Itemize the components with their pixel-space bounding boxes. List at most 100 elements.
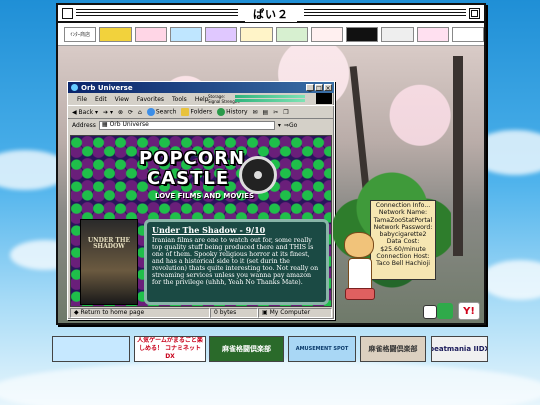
cut-icon[interactable]: ✂ — [273, 109, 278, 116]
ie-icon — [71, 84, 78, 91]
browser-window: Orb Universe _ □ × File Edit View Favori… — [67, 81, 335, 320]
green-button-icon[interactable] — [437, 303, 453, 319]
popcorn-castle-logo[interactable]: POPCORN CASTLE LOVE FILMS AND MOVIES — [121, 148, 291, 206]
info-line: Network Password: — [373, 223, 433, 231]
top-banner[interactable] — [169, 26, 202, 42]
mail-icon[interactable]: ✉ — [253, 109, 258, 116]
top-banner[interactable] — [240, 26, 273, 42]
poster-title: UNDER THE SHADOW — [87, 237, 131, 250]
bottom-banner[interactable] — [52, 336, 130, 362]
browser-title-bar[interactable]: Orb Universe _ □ × — [68, 82, 334, 93]
status-link: Return to home page — [80, 309, 145, 316]
stop-icon[interactable]: ⊗ — [118, 109, 123, 116]
menu-view[interactable]: View — [115, 96, 129, 103]
status-link-text: ◆ Return to home page — [70, 308, 210, 318]
status-bytes: 0 bytes — [210, 308, 258, 318]
info-line: Connection Info... — [375, 202, 431, 209]
logo-line2: CASTLE — [147, 168, 230, 189]
folder-icon — [181, 108, 190, 116]
top-banner[interactable] — [451, 26, 484, 42]
maximize-icon[interactable]: □ — [315, 84, 323, 92]
info-line: $25.60/minute — [380, 245, 426, 253]
info-line: babycigarette2 — [379, 231, 427, 239]
outer-title-bar[interactable]: ぱい２ — [58, 5, 484, 23]
address-input[interactable]: ▦ Orb Universe — [98, 120, 275, 130]
folders-label: Folders — [190, 108, 213, 116]
bottom-banner[interactable]: 麻雀格闘倶楽部 — [209, 336, 284, 362]
page-icon: ▦ — [101, 121, 108, 128]
forward-icon[interactable]: ➔ ▾ — [103, 109, 113, 116]
top-banner[interactable]: ｲﾝﾀｰ商店 — [64, 26, 97, 42]
history-label: History — [226, 108, 248, 116]
top-banner[interactable] — [381, 26, 414, 42]
storage-bar — [235, 95, 305, 98]
menu-favorites[interactable]: Favorites — [137, 96, 164, 103]
bottom-banner[interactable]: 麻雀格闘倶楽部 — [360, 336, 426, 362]
history-button[interactable]: History — [217, 108, 248, 116]
top-banner[interactable] — [416, 26, 449, 42]
menu-help[interactable]: Help — [195, 96, 209, 103]
info-line: Data Cost: — [386, 238, 420, 246]
home-icon[interactable]: ⌂ — [138, 109, 142, 116]
review-box: Under The Shadow - 9/10 Iranian films ar… — [144, 219, 329, 305]
folders-button[interactable]: Folders — [181, 108, 212, 116]
top-banner[interactable] — [275, 26, 308, 42]
bottom-banner[interactable]: AMUSEMENT SPOT — [288, 336, 356, 362]
top-banner[interactable] — [99, 26, 132, 42]
cloud — [480, 260, 540, 300]
go-button[interactable]: ⇒Go — [284, 122, 297, 129]
menu-file[interactable]: File — [77, 96, 87, 103]
top-banner[interactable] — [346, 26, 379, 42]
top-banner[interactable] — [310, 26, 343, 42]
mascot-character[interactable] — [340, 228, 380, 310]
info-line: Connection Host: — [376, 253, 430, 261]
title-stripes — [304, 9, 466, 18]
bottom-banner[interactable]: beatmania IIDX — [431, 336, 488, 362]
film-reel-icon — [239, 156, 277, 194]
review-body: Iranian films are one to watch out for, … — [152, 237, 319, 286]
address-dropdown-icon[interactable]: ▾ — [278, 122, 281, 129]
cloud — [0, 360, 540, 405]
bottom-banner[interactable]: 人気ゲームがまるごと楽しめる！ コナミネットDX — [134, 336, 206, 362]
copy-icon[interactable]: ❐ — [283, 109, 288, 116]
mascot-head — [344, 232, 374, 258]
yahoo-icon[interactable]: Y! — [458, 302, 480, 320]
signal-bar — [235, 99, 305, 102]
bottom-banner-row: 人気ゲームがまるごと楽しめる！ コナミネットDX 麻雀格闘倶楽部 AMUSEMENT… — [52, 336, 488, 362]
history-icon — [217, 108, 226, 116]
status-bar: ◆ Return to home page 0 bytes ▣ My Compu… — [70, 308, 332, 318]
power-icon[interactable] — [423, 305, 437, 319]
info-line: Network Name: — [378, 209, 428, 217]
close-icon[interactable]: × — [324, 84, 332, 92]
mascot-skirt — [345, 288, 375, 300]
throbber-logo — [316, 93, 332, 104]
address-value: Orb Universe — [109, 121, 149, 128]
address-label: Address — [72, 121, 96, 129]
review-heading[interactable]: Under The Shadow - 9/10 — [152, 225, 321, 235]
logo-line1: POPCORN — [139, 148, 246, 169]
top-banner-bar: ｲﾝﾀｰ商店 — [58, 23, 484, 46]
info-line: TamaZooStatPortal — [373, 216, 433, 224]
refresh-icon[interactable]: ⟳ — [128, 109, 133, 116]
toolbar: ◀ Back ▾ ➔ ▾ ⊗ ⟳ ⌂ Search Folders Histor… — [68, 105, 334, 119]
title-stripes — [76, 9, 238, 18]
tree-trunk — [453, 56, 463, 256]
back-button[interactable]: ◀ Back ▾ — [72, 109, 98, 116]
zone-label: My Computer — [269, 309, 311, 316]
menu-bar: File Edit View Favorites Tools Help Stor… — [68, 93, 334, 105]
minimize-icon[interactable]: _ — [306, 84, 314, 92]
back-label: Back — [78, 108, 94, 116]
address-bar: Address ▦ Orb Universe ▾ ⇒Go — [68, 119, 334, 131]
zoom-box-icon[interactable] — [469, 8, 480, 19]
search-label: Search — [155, 108, 177, 116]
search-button[interactable]: Search — [146, 108, 177, 116]
top-banner[interactable] — [134, 26, 167, 42]
menu-tools[interactable]: Tools — [172, 96, 187, 103]
menu-edit[interactable]: Edit — [95, 96, 107, 103]
top-banner[interactable] — [205, 26, 238, 42]
logo-tagline: LOVE FILMS AND MOVIES — [155, 192, 254, 200]
close-box-icon[interactable] — [62, 8, 73, 19]
print-icon[interactable]: ▤ — [263, 109, 269, 116]
movie-poster[interactable]: UNDER THE SHADOW — [80, 219, 138, 305]
search-icon — [146, 108, 155, 116]
